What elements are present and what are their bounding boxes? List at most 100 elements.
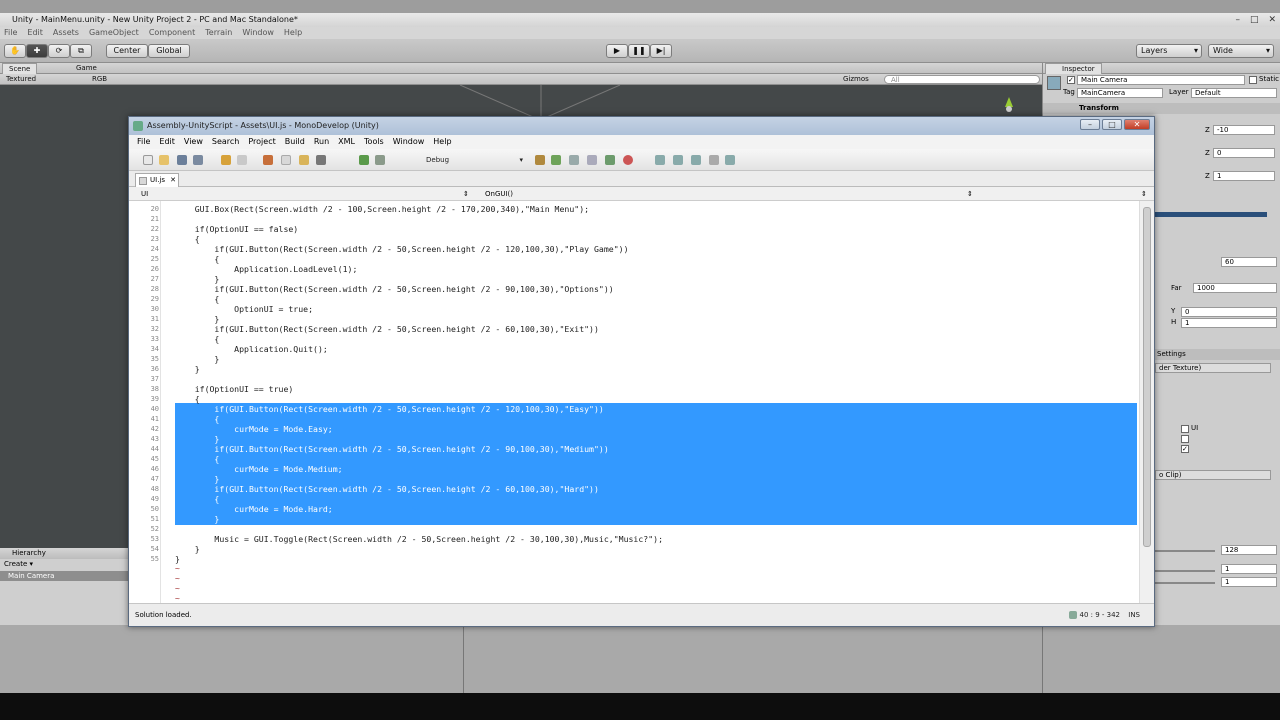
scrollbar-thumb[interactable] xyxy=(1143,207,1151,547)
code-line[interactable]: } xyxy=(175,364,200,374)
md-menu-project[interactable]: Project xyxy=(248,135,275,149)
code-line[interactable]: if(GUI.Button(Rect(Screen.width /2 - 50,… xyxy=(175,444,608,454)
md-menu-build[interactable]: Build xyxy=(285,135,305,149)
slider-value-2[interactable]: 1 xyxy=(1221,564,1277,574)
code-editor[interactable]: 20 21 22 23 24 25 26 27 28 29 30 31 32 33 34 35 36 37 38 39… xyxy=(129,201,1139,603)
md-menu-window[interactable]: Window xyxy=(393,135,425,149)
code-line[interactable]: if(OptionUI == false) xyxy=(175,224,299,234)
configuration-dropdown[interactable]: Debug ▾ xyxy=(423,154,523,166)
debug-tool-icon[interactable] xyxy=(535,155,545,165)
redo-icon[interactable] xyxy=(237,155,247,165)
attach-icon[interactable] xyxy=(569,155,579,165)
scale-z-field[interactable]: 1 xyxy=(1213,171,1275,181)
hand-tool-button[interactable]: ✋ xyxy=(4,44,26,58)
new-file-icon[interactable] xyxy=(143,155,153,165)
background-color-swatch[interactable] xyxy=(1155,212,1267,217)
debug-tool-icon[interactable] xyxy=(587,155,597,165)
menu-help[interactable]: Help xyxy=(284,27,302,39)
layer-checkbox-3[interactable]: ✓ xyxy=(1181,445,1189,453)
code-line[interactable]: { xyxy=(175,234,200,244)
slider-track-3[interactable] xyxy=(1155,582,1215,584)
code-line[interactable]: } xyxy=(175,274,219,284)
slider-track-2[interactable] xyxy=(1155,570,1215,572)
md-menu-run[interactable]: Run xyxy=(314,135,329,149)
undo-icon[interactable] xyxy=(221,155,231,165)
code-line[interactable]: if(GUI.Button(Rect(Screen.width /2 - 50,… xyxy=(175,244,628,254)
move-tool-button[interactable]: ✚ xyxy=(26,44,48,58)
layers-dropdown[interactable]: Layers ▾ xyxy=(1136,44,1202,58)
pause-icon[interactable] xyxy=(709,155,719,165)
pivot-global-button[interactable]: Global xyxy=(148,44,190,58)
menu-terrain[interactable]: Terrain xyxy=(205,27,232,39)
viewport-y-field[interactable]: 0 xyxy=(1181,307,1277,317)
cut-icon[interactable] xyxy=(263,155,273,165)
save-icon[interactable] xyxy=(177,155,187,165)
menu-window[interactable]: Window xyxy=(242,27,274,39)
scene-search-input[interactable]: All xyxy=(884,75,1040,84)
step-icon[interactable] xyxy=(673,155,683,165)
close-button[interactable]: ✕ xyxy=(1124,119,1150,130)
slider-value-3[interactable]: 1 xyxy=(1221,577,1277,587)
object-name-field[interactable]: Main Camera xyxy=(1077,75,1245,85)
code-line[interactable]: if(GUI.Button(Rect(Screen.width /2 - 50,… xyxy=(175,284,613,294)
maximize-button[interactable]: □ xyxy=(1102,119,1122,130)
md-menu-search[interactable]: Search xyxy=(212,135,239,149)
code-line[interactable]: Application.Quit(); xyxy=(175,344,328,354)
code-line[interactable]: } xyxy=(175,554,180,564)
md-menu-view[interactable]: View xyxy=(184,135,203,149)
play-button[interactable]: ▶ xyxy=(606,44,628,58)
debug-tool-icon[interactable] xyxy=(551,155,561,165)
minimize-icon[interactable]: – xyxy=(1235,13,1240,27)
pivot-center-button[interactable]: Center xyxy=(106,44,148,58)
document-tab-ui-js[interactable]: UI.js ✕ xyxy=(135,173,179,187)
class-dropdown[interactable]: UI xyxy=(141,187,148,201)
tab-scene[interactable]: Scene xyxy=(2,63,38,74)
rotation-z-field[interactable]: 0 xyxy=(1213,148,1275,158)
gizmos-dropdown[interactable]: Gizmos xyxy=(843,74,869,85)
menu-component[interactable]: Component xyxy=(149,27,195,39)
create-dropdown[interactable]: Create ▾ xyxy=(4,560,33,569)
layer-dropdown[interactable]: Default xyxy=(1191,88,1277,98)
layer-checkbox-2[interactable] xyxy=(1181,435,1189,443)
copy-icon[interactable] xyxy=(281,155,291,165)
md-menu-file[interactable]: File xyxy=(137,135,150,149)
code-line[interactable]: { xyxy=(175,294,219,304)
step-button[interactable]: ▶| xyxy=(650,44,672,58)
hierarchy-header[interactable]: Hierarchy xyxy=(0,548,128,559)
close-icon[interactable]: ✕ xyxy=(1268,13,1276,27)
slider-value-1[interactable]: 128 xyxy=(1221,545,1277,555)
code-line[interactable]: } xyxy=(175,314,219,324)
color-mode-dropdown[interactable]: RGB xyxy=(92,74,107,85)
code-line[interactable]: } xyxy=(175,354,219,364)
tab-inspector[interactable]: Inspector xyxy=(1045,63,1102,74)
clip-field[interactable]: o Clip) xyxy=(1155,470,1271,480)
code-line[interactable]: if(GUI.Button(Rect(Screen.width /2 - 50,… xyxy=(175,404,603,414)
code-line[interactable]: { xyxy=(175,334,219,344)
slider-track-1[interactable] xyxy=(1155,550,1215,552)
field-of-view-field[interactable]: 60 xyxy=(1221,257,1277,267)
debug-tool-icon[interactable] xyxy=(605,155,615,165)
md-menu-xml[interactable]: XML xyxy=(338,135,355,149)
render-mode-dropdown[interactable]: Textured xyxy=(6,74,36,85)
hierarchy-item-main-camera[interactable]: Main Camera xyxy=(0,571,128,581)
position-z-field[interactable]: -10 xyxy=(1213,125,1275,135)
step-icon[interactable] xyxy=(725,155,735,165)
viewport-h-field[interactable]: 1 xyxy=(1181,318,1277,328)
paste-icon[interactable] xyxy=(299,155,309,165)
code-line[interactable]: { xyxy=(175,394,200,404)
delete-icon[interactable] xyxy=(316,155,326,165)
maximize-icon[interactable]: □ xyxy=(1250,13,1259,27)
code-line[interactable]: GUI.Box(Rect(Screen.width /2 - 100,Scree… xyxy=(175,204,589,214)
far-clip-field[interactable]: 1000 xyxy=(1193,283,1277,293)
minimize-button[interactable]: – xyxy=(1080,119,1100,130)
close-tab-icon[interactable]: ✕ xyxy=(170,174,176,187)
tab-game[interactable]: Game xyxy=(70,63,103,74)
run-icon[interactable] xyxy=(375,155,385,165)
code-line[interactable]: Application.LoadLevel(1); xyxy=(175,264,357,274)
code-line[interactable]: curMode = Mode.Medium; xyxy=(175,464,342,474)
build-icon[interactable] xyxy=(359,155,369,165)
pause-button[interactable]: ❚❚ xyxy=(628,44,650,58)
active-checkbox[interactable]: ✓ xyxy=(1067,76,1075,84)
static-checkbox[interactable] xyxy=(1249,76,1257,84)
md-menu-help[interactable]: Help xyxy=(433,135,451,149)
